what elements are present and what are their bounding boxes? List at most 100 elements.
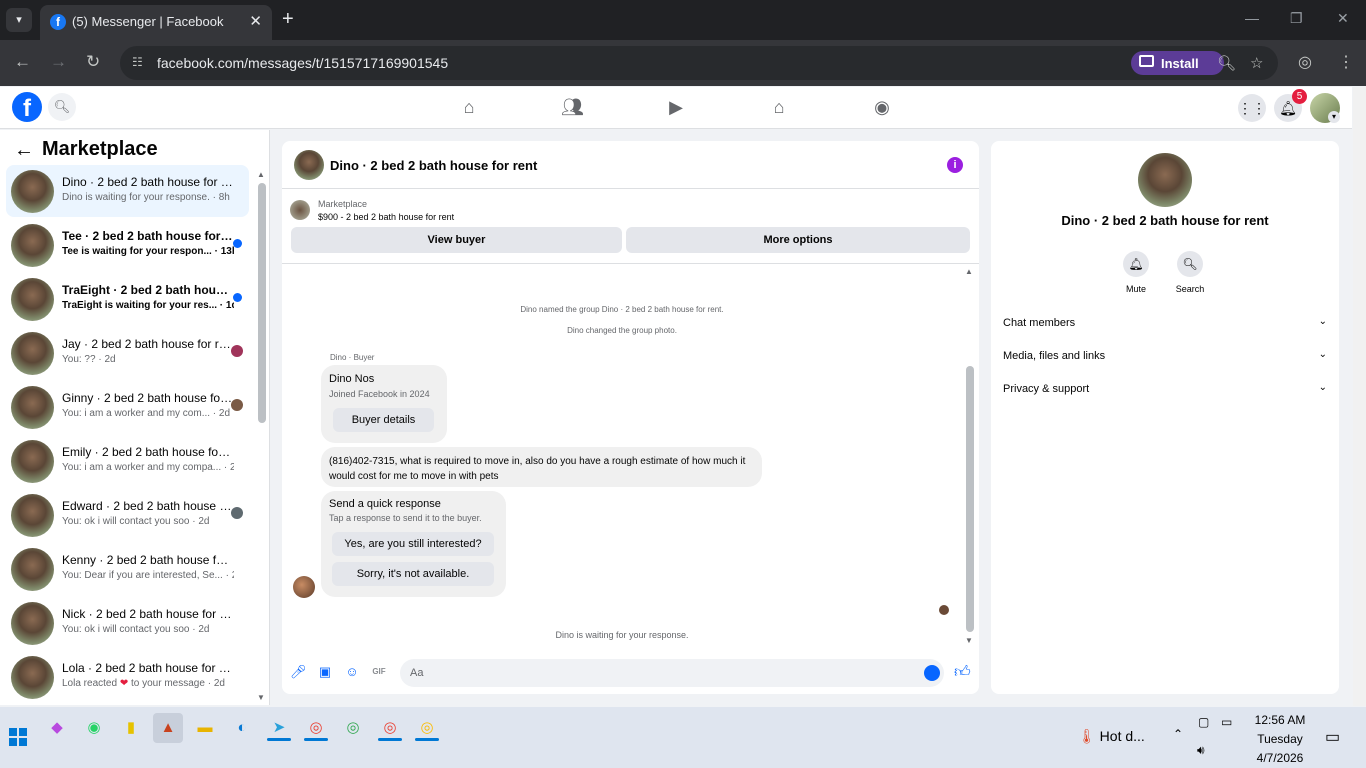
facebook-search-icon[interactable]: 🔍︎ — [48, 93, 76, 121]
notifications-center-icon[interactable]: ▭ — [1325, 727, 1340, 747]
sender-avatar[interactable] — [293, 576, 315, 598]
conversation-item-ginny[interactable]: Ginny · 2 bed 2 bath house for rent You:… — [6, 381, 249, 433]
chat-header: Dino · 2 bed 2 bath house for rent i — [282, 141, 979, 189]
file-explorer-icon[interactable]: ▬ — [190, 713, 220, 743]
quick-reply-interested-button[interactable]: Yes, are you still interested? — [332, 532, 494, 556]
show-hidden-icons-chevron-icon[interactable]: ⌃ — [1173, 727, 1183, 741]
facebook-logo-icon[interactable]: f — [12, 92, 42, 122]
scroll-up-icon[interactable]: ▲ — [965, 267, 973, 276]
reload-icon[interactable]: ↻ — [86, 52, 100, 72]
conversation-item-jay[interactable]: Jay · 2 bed 2 bath house for rent You: ?… — [6, 327, 249, 379]
emoji-icon[interactable] — [924, 665, 940, 681]
volume-icon[interactable]: 🔊︎ — [1197, 743, 1205, 758]
browser-tab[interactable]: f (5) Messenger | Facebook ✕ — [40, 5, 272, 40]
media-files-links-section[interactable]: Media, files and links ⌄ — [1003, 345, 1327, 369]
sticker-icon[interactable]: ☺ — [344, 664, 360, 680]
conversation-item-dino[interactable]: Dino · 2 bed 2 bath house for rent Dino … — [6, 165, 249, 217]
microphone-icon[interactable]: 🎤︎ — [290, 664, 307, 680]
window-close-icon[interactable]: ✕ — [1337, 10, 1349, 27]
view-buyer-button[interactable]: View buyer — [291, 227, 622, 253]
sidebar-scrollbar[interactable] — [258, 183, 266, 423]
buyer-details-button[interactable]: Buyer details — [333, 408, 434, 432]
friends-icon[interactable]: 👥︎ — [561, 96, 584, 118]
scroll-down-icon[interactable]: ▼ — [257, 693, 265, 702]
weather-widget[interactable]: 🌡︎ Hot d... — [1078, 728, 1145, 745]
quick-reply-unavailable-button[interactable]: Sorry, it's not available. — [332, 562, 494, 586]
clock-date: 4/7/2026 — [1256, 751, 1304, 765]
conversation-item-emily[interactable]: Emily · 2 bed 2 bath house for rent You:… — [6, 435, 249, 487]
waiting-status: Dino is waiting for your response. — [555, 630, 689, 640]
windows-start-icon[interactable] — [9, 728, 27, 746]
chrome-icon[interactable]: ◎ — [338, 713, 368, 743]
sticky-notes-icon[interactable]: ▮ — [116, 713, 146, 743]
facebook-top-nav: f 🔍︎ ⌂ 👥︎ ▶ ⌂ ◉ ⋮⋮ 🔔︎ 5 ▾ — [0, 87, 1352, 129]
conversation-item-kenny[interactable]: Kenny · 2 bed 2 bath house for rent You:… — [6, 543, 249, 595]
group-avatar[interactable] — [1138, 153, 1192, 207]
install-app-button[interactable]: Install — [1131, 51, 1224, 75]
minimize-icon[interactable]: — — [1245, 10, 1259, 26]
image-icon[interactable]: ▣ — [317, 664, 333, 680]
conversation-item-traeight[interactable]: TraEight · 2 bed 2 bath house for rent T… — [6, 273, 249, 325]
zoom-icon[interactable]: 🔍︎ — [1217, 54, 1236, 72]
page-scrollbar[interactable] — [1353, 87, 1366, 706]
conversation-item-edward[interactable]: Edward · 2 bed 2 bath house for rent You… — [6, 489, 249, 541]
conversation-item-tee[interactable]: Tee · 2 bed 2 bath house for rent Tee is… — [6, 219, 249, 271]
seen-avatar-icon — [231, 345, 243, 357]
url-text[interactable]: facebook.com/messages/t/1515717169901545 — [157, 55, 448, 71]
network-icon[interactable]: ▭ — [1221, 715, 1232, 729]
meet-now-icon[interactable]: ▢ — [1198, 715, 1209, 729]
mute-button[interactable]: 🔔︎ Mute — [1114, 251, 1158, 294]
forward-arrow-icon[interactable]: → — [50, 52, 67, 72]
tab-close-icon[interactable]: ✕ — [249, 12, 262, 30]
message-bubble[interactable]: (816)402-7315, what is required to move … — [321, 447, 762, 487]
gif-icon[interactable]: GIF — [371, 664, 387, 680]
address-bar[interactable]: ☷ facebook.com/messages/t/15157171699015… — [120, 46, 1278, 80]
profile-icon[interactable]: ◎ — [1298, 52, 1312, 72]
system-clock[interactable]: 12:56 AM Tuesday 4/7/2026 — [1238, 711, 1322, 768]
conversation-name: Jay · 2 bed 2 bath house for rent — [62, 337, 234, 351]
chat-members-section[interactable]: Chat members ⌄ — [1003, 312, 1327, 336]
conversation-item-nick[interactable]: Nick · 2 bed 2 bath house for rent You: … — [6, 597, 249, 649]
bookmark-star-icon[interactable]: ☆ — [1250, 54, 1263, 72]
listing-thumbnail — [290, 200, 310, 220]
app-active-icon[interactable]: ▲ — [153, 713, 183, 743]
tab-search-chevron-icon[interactable]: ▾ — [6, 8, 32, 32]
bell-icon: 🔔︎ — [1123, 251, 1149, 277]
message-text: (816)402-7315, what is required to move … — [329, 456, 746, 482]
chat-panel: Dino · 2 bed 2 bath house for rent i Mar… — [282, 141, 979, 694]
more-options-button[interactable]: More options — [626, 227, 970, 253]
section-label: Media, files and links — [1003, 350, 1106, 362]
menu-grid-icon[interactable]: ⋮⋮ — [1238, 94, 1266, 122]
home-icon[interactable]: ⌂ — [458, 96, 480, 118]
scroll-down-icon[interactable]: ▼ — [965, 636, 973, 645]
groups-icon[interactable]: ◉ — [871, 96, 893, 118]
listing-title[interactable]: $900 - 2 bed 2 bath house for rent — [318, 212, 454, 222]
site-settings-icon[interactable]: ☷ — [132, 55, 148, 71]
new-tab-plus-icon[interactable]: + — [282, 8, 294, 31]
search-button[interactable]: 🔍︎ Search — [1168, 251, 1212, 294]
account-chevron-icon[interactable]: ▾ — [1328, 111, 1340, 123]
conversation-name: Tee · 2 bed 2 bath house for rent — [62, 229, 234, 243]
restore-icon[interactable]: ❐ — [1290, 10, 1303, 27]
marketplace-icon[interactable]: ⌂ — [768, 96, 790, 118]
back-arrow-icon[interactable]: ← — [14, 52, 31, 72]
back-arrow-icon[interactable]: ← — [14, 139, 34, 162]
chat-title[interactable]: Dino · 2 bed 2 bath house for rent — [330, 158, 537, 173]
info-icon[interactable]: i — [947, 157, 963, 173]
thumbs-up-icon[interactable]: 👍︎ — [954, 663, 971, 682]
video-icon[interactable]: ▶ — [665, 96, 687, 118]
edge-icon[interactable]: ◐ — [227, 713, 257, 743]
copilot-icon[interactable]: ◆ — [42, 713, 72, 743]
chrome-menu-icon[interactable]: ⋮ — [1338, 52, 1354, 72]
message-placeholder: Aa — [410, 667, 424, 679]
avatar[interactable] — [294, 150, 324, 180]
whatsapp-icon[interactable]: ◉ — [79, 713, 109, 743]
conversation-item-lola[interactable]: Lola · 2 bed 2 bath house for rent Lola … — [6, 651, 249, 703]
scroll-up-icon[interactable]: ▲ — [257, 170, 265, 179]
marketplace-listing-box: Marketplace $900 - 2 bed 2 bath house fo… — [282, 190, 979, 264]
chat-scrollbar[interactable] — [966, 366, 974, 632]
group-name: Dino · 2 bed 2 bath house for rent — [1061, 213, 1269, 228]
tab-title: (5) Messenger | Facebook — [72, 14, 224, 29]
message-input[interactable]: Aa — [400, 659, 944, 687]
privacy-support-section[interactable]: Privacy & support ⌄ — [1003, 378, 1327, 402]
